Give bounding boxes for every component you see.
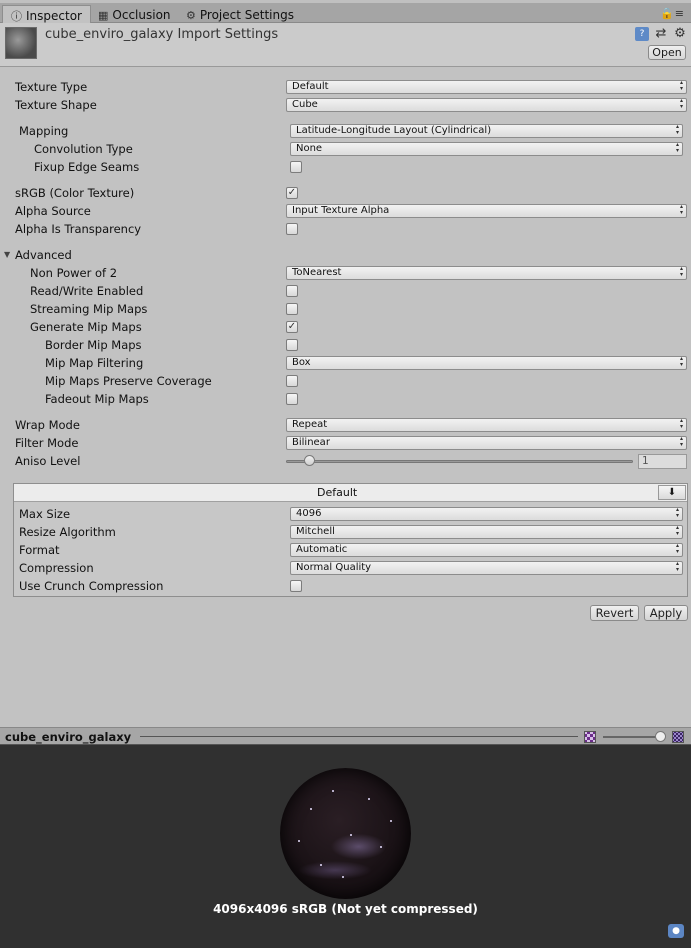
aniso-level-field[interactable]: 1	[638, 454, 687, 469]
download-icon[interactable]: ⬇	[658, 485, 686, 500]
help-icon[interactable]: ?	[635, 27, 649, 41]
non-power-of-2-label: Non Power of 2	[30, 266, 118, 280]
mip-level-slider-thumb[interactable]	[655, 731, 666, 742]
inspector-header: cube_enviro_galaxy Import Settings ? ⇄ ⚙…	[0, 23, 691, 67]
srgb-label: sRGB (Color Texture)	[15, 186, 135, 200]
read-write-checkbox[interactable]	[286, 285, 298, 297]
alpha-is-transparency-label: Alpha Is Transparency	[15, 222, 142, 236]
info-icon: ⓘ	[11, 10, 22, 23]
checkmark-icon: ✓	[287, 187, 297, 198]
compression-label: Compression	[19, 561, 94, 575]
fadeout-mips-checkbox[interactable]	[286, 393, 298, 405]
border-mips-label: Border Mip Maps	[45, 338, 142, 352]
tab-label: Inspector	[26, 9, 82, 23]
streaming-mips-checkbox[interactable]	[286, 303, 298, 315]
mapping-label: Mapping	[19, 124, 69, 138]
convolution-type-label: Convolution Type	[34, 142, 133, 156]
asset-labels-icon[interactable]: ●	[668, 924, 684, 938]
srgb-checkbox[interactable]: ✓	[286, 187, 298, 199]
format-dropdown[interactable]: Automatic	[290, 543, 683, 557]
divider	[140, 736, 578, 737]
mip-filtering-dropdown[interactable]: Box	[286, 356, 687, 370]
filter-mode-label: Filter Mode	[15, 436, 79, 450]
gear-icon: ⚙	[186, 8, 196, 22]
revert-button[interactable]: Revert	[590, 605, 639, 621]
aniso-level-label: Aniso Level	[15, 454, 81, 468]
fadeout-mips-label: Fadeout Mip Maps	[45, 392, 149, 406]
alpha-toggle-icon[interactable]	[584, 731, 596, 743]
format-label: Format	[19, 543, 60, 557]
tab-occlusion[interactable]: ▦ Occlusion	[90, 5, 179, 25]
texture-shape-dropdown[interactable]: Cube	[286, 98, 687, 112]
settings-gear-icon[interactable]: ⚙	[673, 27, 687, 41]
texture-type-label: Texture Type	[15, 80, 88, 94]
preview-title: cube_enviro_galaxy	[5, 730, 132, 744]
mip-toggle-icon[interactable]	[672, 731, 684, 743]
aniso-level-slider[interactable]	[286, 460, 633, 463]
mips-preserve-coverage-label: Mip Maps Preserve Coverage	[45, 374, 212, 388]
generate-mips-checkbox[interactable]: ✓	[286, 321, 298, 333]
preview-header: cube_enviro_galaxy	[0, 727, 691, 745]
open-button[interactable]: Open	[648, 45, 686, 60]
border-mips-checkbox[interactable]	[286, 339, 298, 351]
mip-level-slider[interactable]	[603, 736, 661, 738]
fixup-edge-seams-checkbox[interactable]	[290, 161, 302, 173]
max-size-label: Max Size	[19, 507, 71, 521]
platform-tab-default[interactable]: Default ⬇	[14, 484, 687, 502]
texture-shape-label: Texture Shape	[15, 98, 97, 112]
advanced-foldout-label[interactable]: Advanced	[15, 248, 72, 262]
aniso-level-slider-thumb[interactable]	[304, 455, 315, 466]
tab-bar: ⓘ Inspector ▦ Occlusion ⚙ Project Settin…	[0, 0, 691, 26]
page-title: cube_enviro_galaxy Import Settings	[45, 27, 279, 42]
generate-mips-label: Generate Mip Maps	[30, 320, 142, 334]
texture-thumbnail	[5, 27, 37, 59]
alpha-is-transparency-checkbox[interactable]	[286, 223, 298, 235]
mip-filtering-label: Mip Map Filtering	[45, 356, 144, 370]
preset-icon[interactable]: ⇄	[654, 27, 668, 41]
mips-preserve-coverage-checkbox[interactable]	[286, 375, 298, 387]
occlusion-icon: ▦	[98, 8, 109, 22]
max-size-dropdown[interactable]: 4096	[290, 507, 683, 521]
non-power-of-2-dropdown[interactable]: ToNearest	[286, 266, 687, 280]
resize-algorithm-dropdown[interactable]: Mitchell	[290, 525, 683, 539]
checkmark-icon: ✓	[287, 321, 297, 332]
platform-title: Default	[317, 486, 358, 499]
crunch-checkbox[interactable]	[290, 580, 302, 592]
wrap-mode-label: Wrap Mode	[15, 418, 80, 432]
texture-type-dropdown[interactable]: Default	[286, 80, 687, 94]
resize-algorithm-label: Resize Algorithm	[19, 525, 116, 539]
foldout-arrow-icon[interactable]: ▼	[4, 250, 10, 259]
mapping-dropdown[interactable]: Latitude-Longitude Layout (Cylindrical)	[290, 124, 683, 138]
wrap-mode-dropdown[interactable]: Repeat	[286, 418, 687, 432]
alpha-source-label: Alpha Source	[15, 204, 91, 218]
lock-menu-icon[interactable]: 🔒≡	[660, 7, 685, 20]
tab-project-settings[interactable]: ⚙ Project Settings	[178, 5, 302, 25]
filter-mode-dropdown[interactable]: Bilinear	[286, 436, 687, 450]
read-write-label: Read/Write Enabled	[30, 284, 144, 298]
tab-label: Occlusion	[112, 8, 171, 22]
texture-preview-sphere[interactable]	[280, 768, 411, 899]
alpha-source-dropdown[interactable]: Input Texture Alpha	[286, 204, 687, 218]
apply-button[interactable]: Apply	[644, 605, 688, 621]
compression-dropdown[interactable]: Normal Quality	[290, 561, 683, 575]
fixup-edge-seams-label: Fixup Edge Seams	[34, 160, 140, 174]
tab-label: Project Settings	[199, 8, 294, 22]
preview-info: 4096x4096 sRGB (Not yet compressed)	[213, 902, 478, 916]
streaming-mips-label: Streaming Mip Maps	[30, 302, 148, 316]
crunch-label: Use Crunch Compression	[19, 579, 164, 593]
convolution-type-dropdown[interactable]: None	[290, 142, 683, 156]
